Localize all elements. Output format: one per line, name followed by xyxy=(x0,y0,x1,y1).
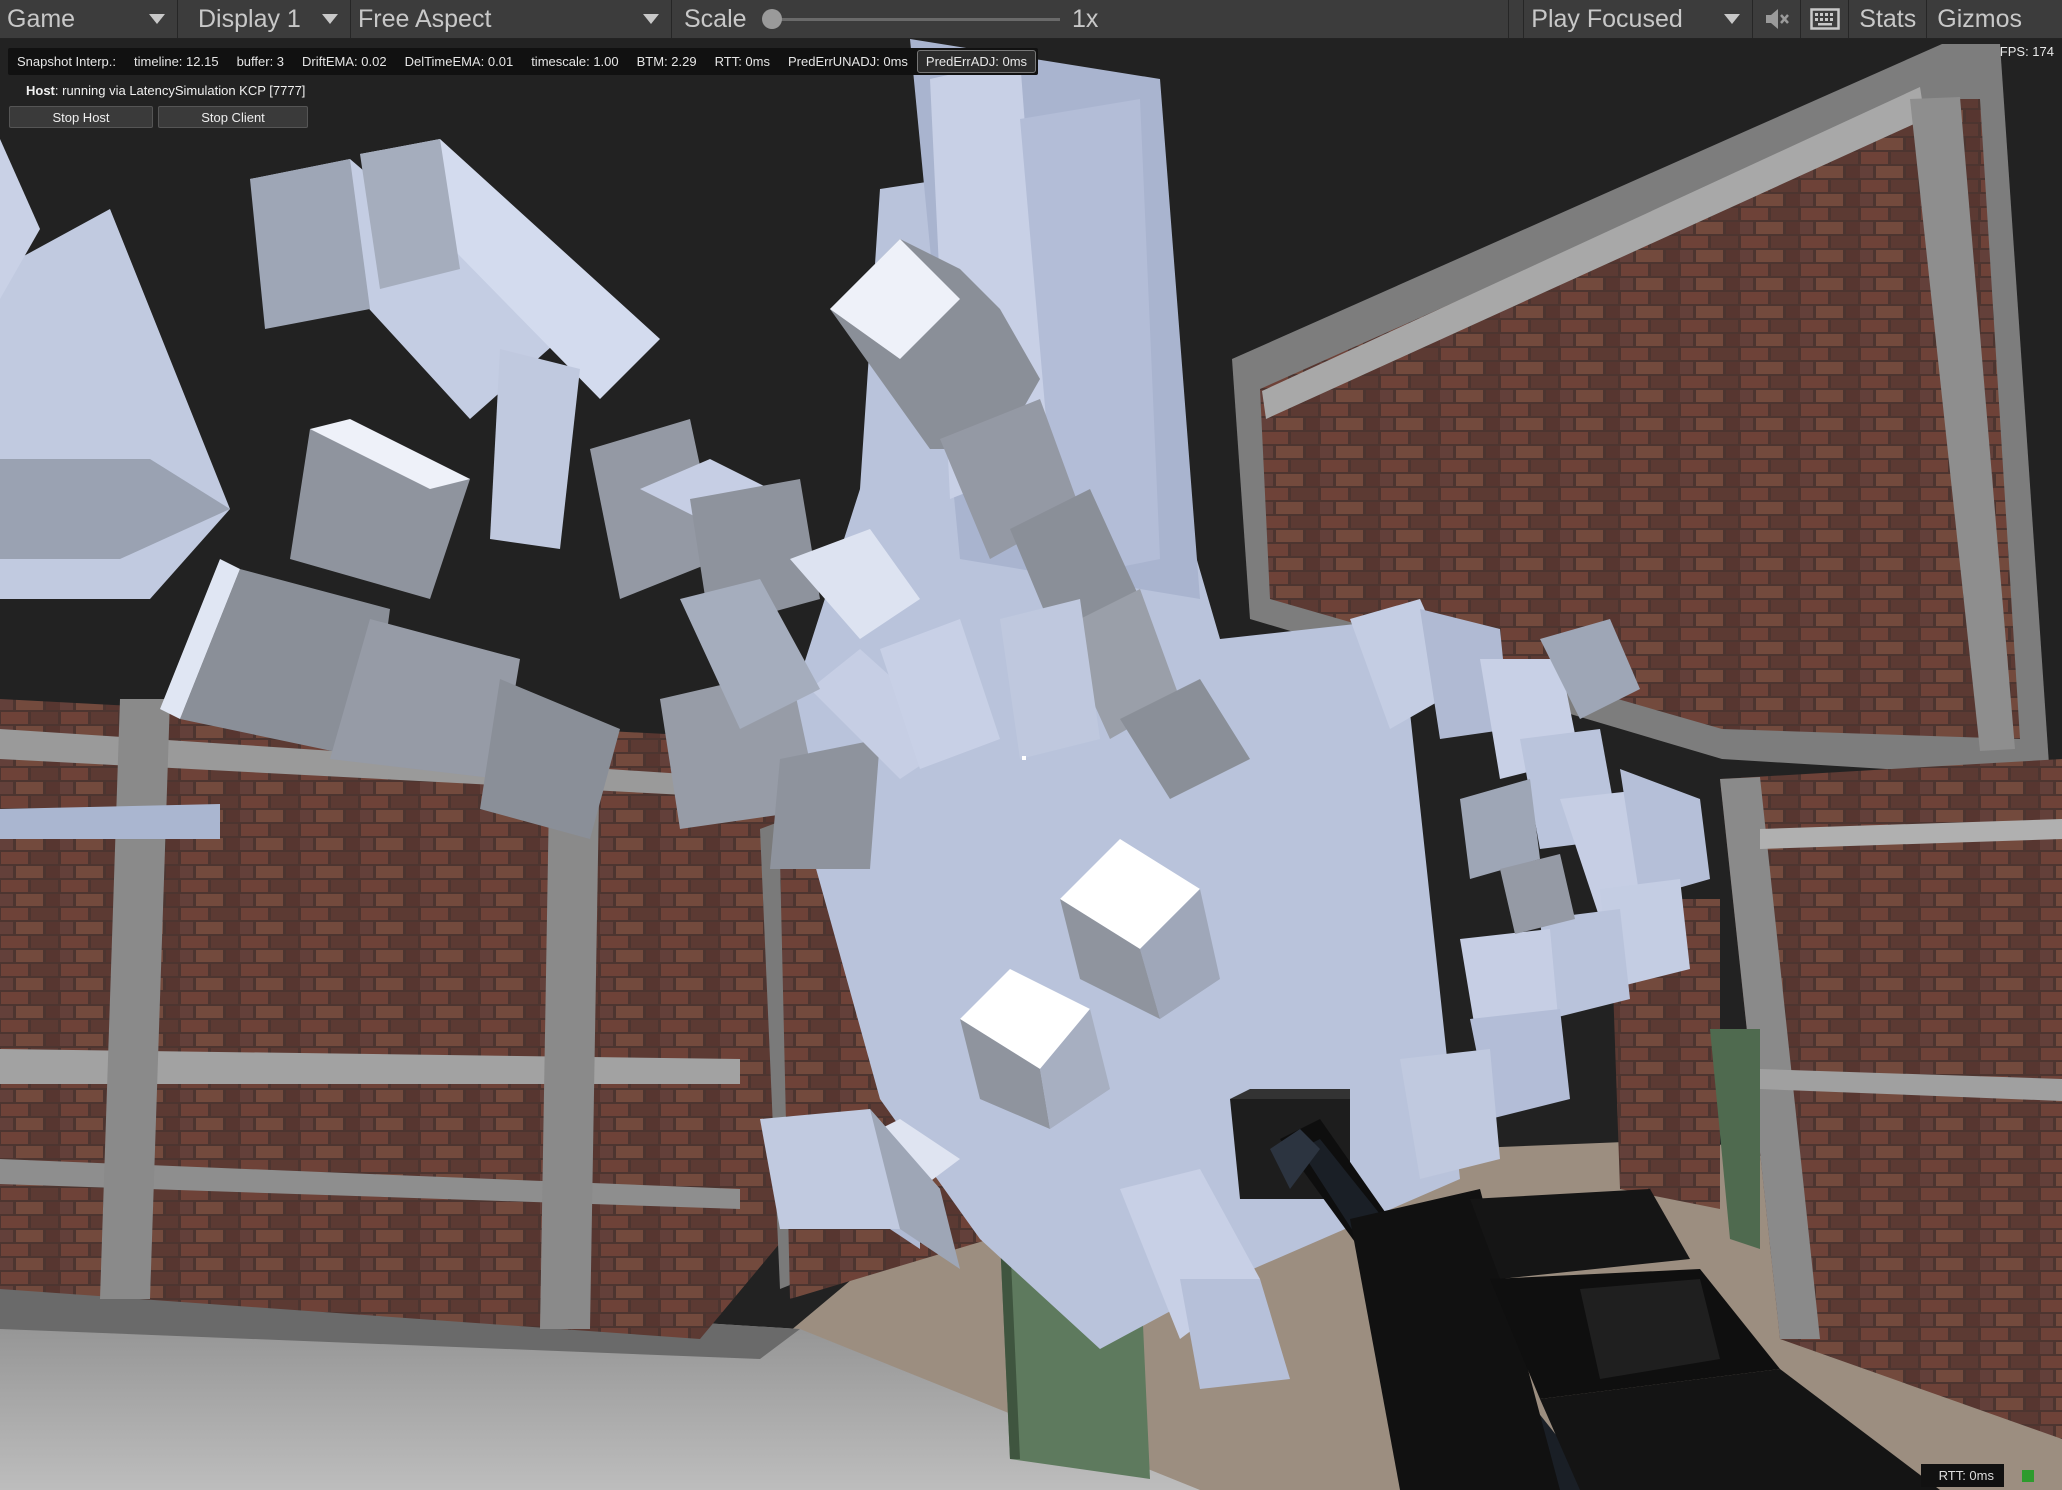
rtt-stat: RTT: 0ms xyxy=(714,54,770,69)
connection-status-indicator xyxy=(2022,1470,2034,1482)
aspect-dropdown[interactable]: Free Aspect xyxy=(351,0,672,38)
timeline-stat: timeline: 12.15 xyxy=(134,54,219,69)
stats-label: Stats xyxy=(1859,4,1917,33)
rtt-corner-readout: RTT: 0ms xyxy=(1920,1464,2004,1487)
mute-audio-button[interactable] xyxy=(1753,0,1802,38)
chevron-down-icon xyxy=(322,14,338,24)
keyboard-icon xyxy=(1810,8,1840,30)
aspect-dropdown-label: Free Aspect xyxy=(358,4,492,33)
drift-ema-stat: DriftEMA: 0.02 xyxy=(302,54,387,69)
host-label: Host xyxy=(26,83,55,98)
chevron-down-icon xyxy=(149,14,165,24)
game-viewport[interactable]: Snapshot Interp.: timeline: 12.15 buffer… xyxy=(0,39,2062,1490)
chevron-down-icon xyxy=(1724,14,1741,24)
display-dropdown[interactable]: Display 1 xyxy=(178,0,351,38)
snapshot-label: Snapshot Interp.: xyxy=(17,54,117,69)
pred-err-adj-stat: PredErrADJ: 0ms xyxy=(916,50,1037,73)
gizmos-button[interactable]: Gizmos xyxy=(1927,0,2062,38)
snapshot-interp-stats: Snapshot Interp.: timeline: 12.15 buffer… xyxy=(8,48,1039,75)
gizmos-label: Gizmos xyxy=(1937,4,2022,33)
btm-stat: BTM: 2.29 xyxy=(636,54,697,69)
game-tab[interactable]: Game xyxy=(0,0,178,38)
host-status-text: : running via LatencySimulation KCP [777… xyxy=(54,83,306,98)
toolbar-spacer xyxy=(1509,0,1525,38)
host-status: Host: running via LatencySimulation KCP … xyxy=(26,83,305,98)
buffer-stat: buffer: 3 xyxy=(236,54,285,69)
pred-err-unadj-stat: PredErrUNADJ: 0ms xyxy=(787,54,908,69)
scale-slider-handle[interactable] xyxy=(762,9,782,29)
deltime-ema-stat: DelTimeEMA: 0.01 xyxy=(404,54,514,69)
game-scene xyxy=(0,39,2062,1490)
play-mode-dropdown[interactable]: Play Focused xyxy=(1524,0,1754,38)
stop-client-button[interactable]: Stop Client xyxy=(158,106,308,128)
chevron-down-icon xyxy=(643,14,659,24)
scale-slider-track[interactable] xyxy=(763,18,1060,21)
scale-value: 1x xyxy=(1072,5,1099,33)
play-mode-label: Play Focused xyxy=(1531,4,1683,33)
scale-label: Scale xyxy=(684,4,747,33)
stop-host-button[interactable]: Stop Host xyxy=(9,106,153,128)
game-tab-label: Game xyxy=(7,4,76,33)
fps-counter: FPS: 174 xyxy=(1999,44,2054,59)
stats-button[interactable]: Stats xyxy=(1849,0,1928,38)
audio-mute-icon xyxy=(1765,9,1789,29)
timescale-stat: timescale: 1.00 xyxy=(531,54,619,69)
display-dropdown-label: Display 1 xyxy=(198,4,301,33)
keyboard-shortcuts-button[interactable] xyxy=(1801,0,1850,38)
